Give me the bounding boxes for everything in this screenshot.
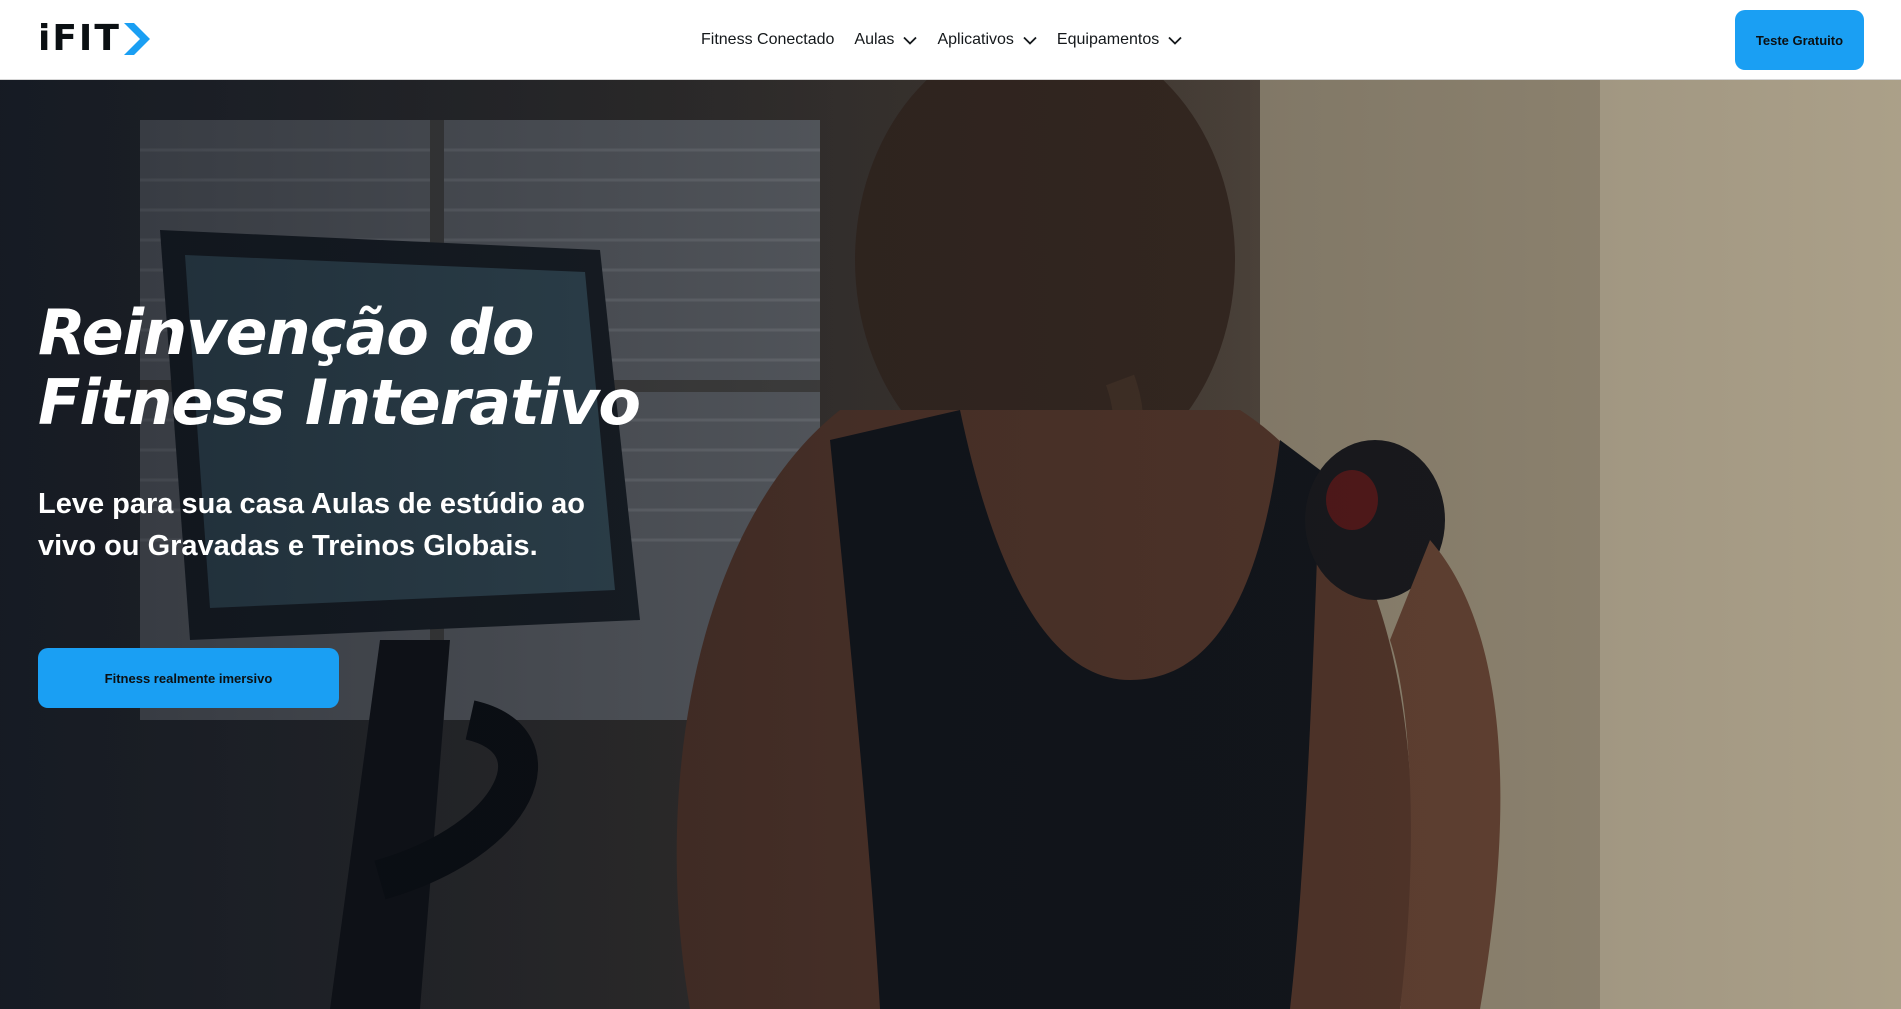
site-header: iFIT Fitness Conectado Aulas Aplicativos… <box>0 0 1901 80</box>
hero-title-line-1: Reinvenção do <box>38 296 534 369</box>
hero-subtitle-line-2: vivo ou Gravadas e Treinos Globais. <box>38 530 538 562</box>
nav-item-equipamentos[interactable]: Equipamentos <box>1057 31 1182 49</box>
hero-title-line-2: Fitness Interativo <box>38 366 641 439</box>
ifit-logo[interactable]: iFIT <box>38 19 152 59</box>
nav-item-label: Aulas <box>854 31 895 48</box>
nav-item-label: Fitness Conectado <box>701 31 835 48</box>
hero-subtitle-line-1: Leve para sua casa Aulas de estúdio ao <box>38 488 585 520</box>
main-nav: Fitness Conectado Aulas Aplicativos Equi… <box>701 0 1202 80</box>
nav-item-aplicativos[interactable]: Aplicativos <box>937 31 1037 49</box>
free-trial-button[interactable]: Teste Gratuito <box>1735 10 1864 70</box>
nav-item-fitness-conectado[interactable]: Fitness Conectado <box>701 31 834 49</box>
hero-subtitle: Leve para sua casa Aulas de estúdio ao v… <box>38 483 638 567</box>
logo-text: iFIT <box>38 18 121 59</box>
nav-item-label: Aplicativos <box>937 31 1014 48</box>
logo-chevron-icon <box>123 23 150 55</box>
immersive-fitness-button[interactable]: Fitness realmente imersivo <box>38 648 339 708</box>
chevron-down-icon <box>1023 36 1037 45</box>
hero-section: Reinvenção do Fitness Interativo Leve pa… <box>0 80 1901 1009</box>
nav-item-aulas[interactable]: Aulas <box>854 31 918 49</box>
chevron-down-icon <box>1168 36 1182 45</box>
nav-item-label: Equipamentos <box>1056 31 1160 48</box>
chevron-down-icon <box>903 36 918 45</box>
hero-title: Reinvenção do Fitness Interativo <box>38 298 738 438</box>
